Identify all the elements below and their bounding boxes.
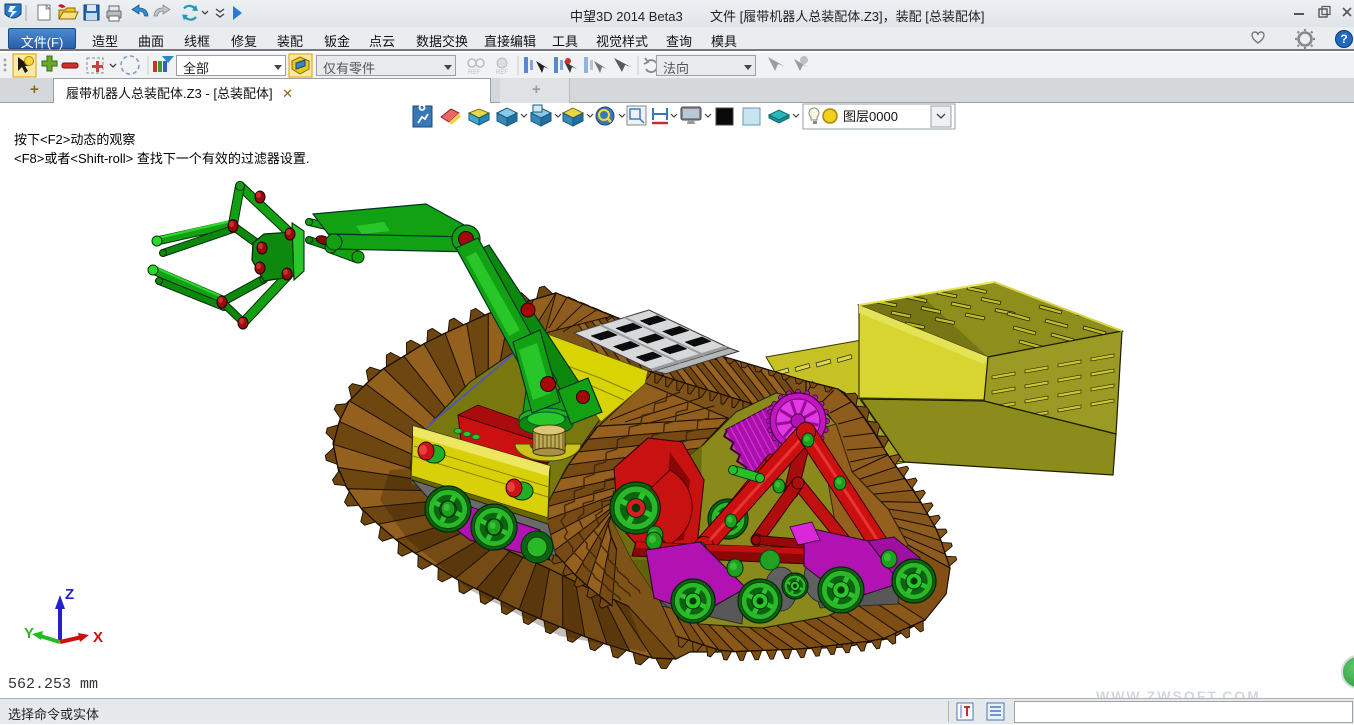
svg-text:REF: REF — [468, 70, 480, 76]
svg-text:?: ? — [1340, 32, 1347, 46]
svg-text:X: X — [93, 629, 103, 646]
svg-text:Z: Z — [65, 586, 74, 603]
svg-text:Y: Y — [24, 625, 34, 642]
svg-text:REF: REF — [496, 70, 508, 76]
